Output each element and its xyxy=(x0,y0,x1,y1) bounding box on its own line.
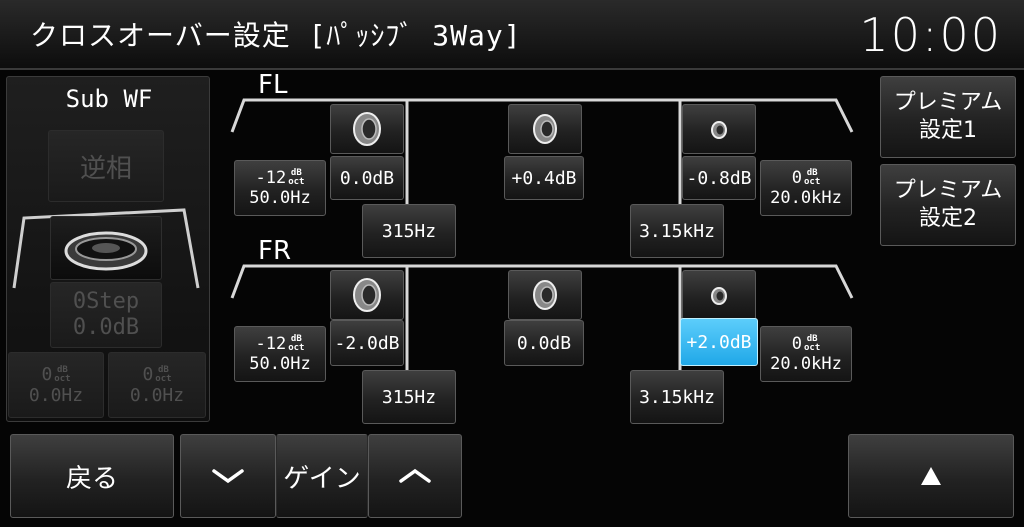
db-per-oct-unit: dB oct xyxy=(803,334,821,353)
fl-crossover-high: 3.15kHz xyxy=(639,220,715,242)
crossover-screen: クロスオーバー設定 [ﾊﾟｯｼﾌﾞ 3Way] 10:00 Sub WF 逆相 … xyxy=(0,0,1024,527)
fl-crossover-low: 315Hz xyxy=(381,220,437,242)
page-title: クロスオーバー設定 [ﾊﾟｯｼﾌﾞ 3Way] xyxy=(30,19,522,52)
gain-text: ゲイン xyxy=(283,463,361,494)
fl-tweeter-speaker-icon[interactable] xyxy=(682,104,756,154)
fl-hpf-freq: 50.0Hz xyxy=(249,188,311,208)
subwoofer-step: 0Step xyxy=(72,289,140,314)
subwoofer-lpf-slope: 0 xyxy=(142,364,154,385)
fl-mid-speaker-icon[interactable] xyxy=(508,104,582,154)
fr-hpf-freq: 50.0Hz xyxy=(249,354,311,374)
triangle-up-icon xyxy=(921,467,941,485)
channel-label-fr: FR xyxy=(258,236,292,266)
phase-invert-label: 逆相 xyxy=(79,153,132,184)
fl-tweeter-gain-button[interactable]: -0.8dB xyxy=(682,156,756,200)
fr-mid-speaker-icon[interactable] xyxy=(508,270,582,320)
subwoofer-gain-value: 0.0dB xyxy=(72,315,140,340)
fl-lpf-freq: 20.0kHz xyxy=(770,188,842,208)
fl-tweeter-gain: -0.8dB xyxy=(686,167,752,189)
fl-lpf-slope: 0 xyxy=(791,168,802,188)
premium-setting-1-button[interactable]: プレミアム 設定1 xyxy=(880,76,1016,158)
premium-setting-2-button[interactable]: プレミアム 設定2 xyxy=(880,164,1016,246)
fr-mid-gain: 0.0dB xyxy=(516,332,572,354)
gain-down-button[interactable] xyxy=(180,434,276,518)
subwoofer-hpf-button[interactable]: 0 dB oct 0.0Hz xyxy=(8,352,104,418)
back-button[interactable]: 戻る xyxy=(10,434,174,518)
subwoofer-hpf-freq: 0.0Hz xyxy=(28,385,84,406)
fl-woofer-gain: 0.0dB xyxy=(339,167,395,189)
fl-hpf-button[interactable]: -12 dB oct 50.0Hz xyxy=(234,160,326,216)
fr-lpf-button[interactable]: 0 dB oct 20.0kHz xyxy=(760,326,852,382)
fr-woofer-gain-button[interactable]: -2.0dB xyxy=(330,320,404,366)
fr-woofer-gain: -2.0dB xyxy=(334,332,400,354)
chevron-up-icon xyxy=(399,468,431,483)
chevron-down-icon xyxy=(212,469,244,484)
fr-crossover-low-button[interactable]: 315Hz xyxy=(362,370,456,424)
channel-label-fl: FL xyxy=(258,70,288,100)
fr-tweeter-gain: +2.0dB xyxy=(686,331,752,353)
premium-setting-1-line2: 設定1 xyxy=(919,118,977,143)
premium-setting-1-line1: プレミアム xyxy=(893,90,1003,115)
fr-crossover-high: 3.15kHz xyxy=(639,386,715,408)
header-bar: クロスオーバー設定 [ﾊﾟｯｼﾌﾞ 3Way] 10:00 xyxy=(0,0,1024,70)
subwoofer-label: Sub WF xyxy=(65,85,153,113)
fl-woofer-speaker-icon[interactable] xyxy=(330,104,404,154)
fr-lpf-freq: 20.0kHz xyxy=(770,354,842,374)
subwoofer-gain-display[interactable]: 0Step 0.0dB xyxy=(50,282,162,348)
subwoofer-lpf-freq: 0.0Hz xyxy=(129,385,185,406)
fl-mid-gain: +0.4dB xyxy=(511,167,577,189)
fr-tweeter-gain-button[interactable]: +2.0dB xyxy=(680,318,758,366)
fl-mid-gain-button[interactable]: +0.4dB xyxy=(504,156,584,200)
fr-hpf-slope: -12 xyxy=(255,334,287,354)
fl-crossover-high-button[interactable]: 3.15kHz xyxy=(630,204,724,258)
gain-up-button[interactable] xyxy=(368,434,462,518)
db-per-oct-unit: dB oct xyxy=(54,364,71,384)
fr-mid-gain-button[interactable]: 0.0dB xyxy=(504,320,584,366)
back-label: 戻る xyxy=(65,463,118,494)
fr-woofer-speaker-icon[interactable] xyxy=(330,270,404,320)
gain-label: ゲイン xyxy=(276,434,368,518)
fl-woofer-gain-button[interactable]: 0.0dB xyxy=(330,156,404,200)
scroll-up-button[interactable] xyxy=(848,434,1014,518)
phase-invert-button[interactable]: 逆相 xyxy=(48,130,164,202)
db-per-oct-unit: dB oct xyxy=(288,168,305,187)
subwoofer-lpf-button[interactable]: 0 dB oct 0.0Hz xyxy=(108,352,206,418)
fr-crossover-high-button[interactable]: 3.15kHz xyxy=(630,370,724,424)
premium-setting-2-line1: プレミアム xyxy=(893,178,1003,203)
db-per-oct-unit: dB oct xyxy=(288,334,305,353)
db-per-oct-unit: dB oct xyxy=(803,168,821,187)
fr-lpf-slope: 0 xyxy=(791,334,802,354)
fr-crossover-low: 315Hz xyxy=(381,386,437,408)
subwoofer-speaker-icon[interactable] xyxy=(50,216,162,280)
fr-tweeter-speaker-icon[interactable] xyxy=(682,270,756,320)
premium-setting-2-line2: 設定2 xyxy=(919,206,977,231)
fl-hpf-slope: -12 xyxy=(255,168,287,188)
db-per-oct-unit: dB oct xyxy=(155,364,172,384)
fr-hpf-button[interactable]: -12 dB oct 50.0Hz xyxy=(234,326,326,382)
subwoofer-hpf-slope: 0 xyxy=(41,364,53,385)
clock: 10:00 xyxy=(859,8,1002,62)
fl-lpf-button[interactable]: 0 dB oct 20.0kHz xyxy=(760,160,852,216)
fl-crossover-low-button[interactable]: 315Hz xyxy=(362,204,456,258)
